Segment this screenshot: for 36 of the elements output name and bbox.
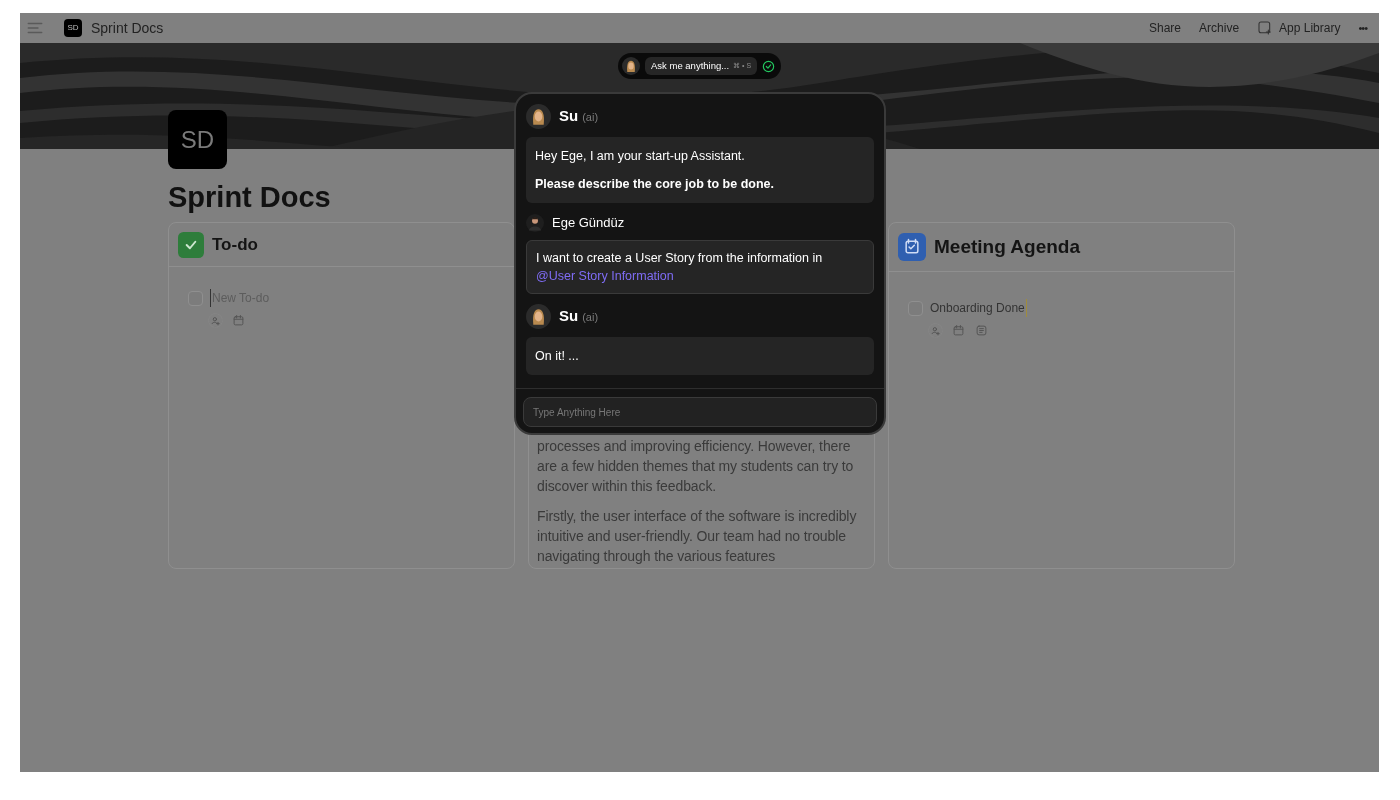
author-name: Su [559, 306, 579, 327]
calendar-icon [951, 323, 966, 338]
avatar-icon [526, 304, 551, 329]
role-label: (ai) [582, 310, 599, 326]
message-text: I want to create a User Story from the information in [536, 250, 824, 267]
author-name: Su [559, 106, 579, 127]
calendar-icon [898, 233, 926, 261]
avatar-icon [526, 214, 544, 232]
notes-icon [974, 323, 989, 338]
doc-title: Sprint Docs [91, 18, 164, 38]
avatar-icon [526, 104, 551, 129]
app-library-button[interactable]: App Library [1257, 19, 1341, 37]
toolbar-link[interactable]: Share [1149, 19, 1182, 37]
body-paragraph: Firstly, the user interface of the software is incredibly intuitive and user-friendly. Our team had no trouble navigating through the various features [537, 507, 858, 566]
avatar-icon [622, 57, 640, 75]
board-title: To-do [212, 233, 258, 256]
chat-input-field[interactable]: Type Anything Here [523, 397, 877, 427]
message-text: Please describe the core job to be done. [535, 176, 775, 192]
page-title: Sprint Docs [168, 180, 331, 215]
calendar-icon [231, 313, 246, 328]
author-name: Ege Gündüz [552, 214, 625, 233]
ask-placeholder: Ask me anything... [651, 58, 730, 73]
more-button[interactable]: ••• [1358, 19, 1367, 37]
role-label: (ai) [582, 110, 599, 126]
doc-icon: SD [64, 19, 82, 37]
mention-link[interactable]: @User Story Information [536, 267, 674, 285]
page-icon-initials: SD [180, 124, 215, 155]
toolbar-link[interactable]: Archive [1199, 19, 1240, 37]
message-text: On it! ... [535, 348, 580, 364]
message-text: Hey Ege, I am your start-up Assistant. [535, 148, 746, 164]
check-circle-icon [762, 59, 776, 73]
checkmark-icon [178, 231, 204, 258]
body-paragraph: processes and improving efficiency. However, there are a few hidden themes that my students can try to discover within this feedback. [537, 437, 855, 496]
board-title: Meeting Agenda [934, 234, 1081, 259]
todo-item-text[interactable]: Onboarding Done [930, 299, 1027, 317]
add-window-icon [1257, 20, 1274, 36]
